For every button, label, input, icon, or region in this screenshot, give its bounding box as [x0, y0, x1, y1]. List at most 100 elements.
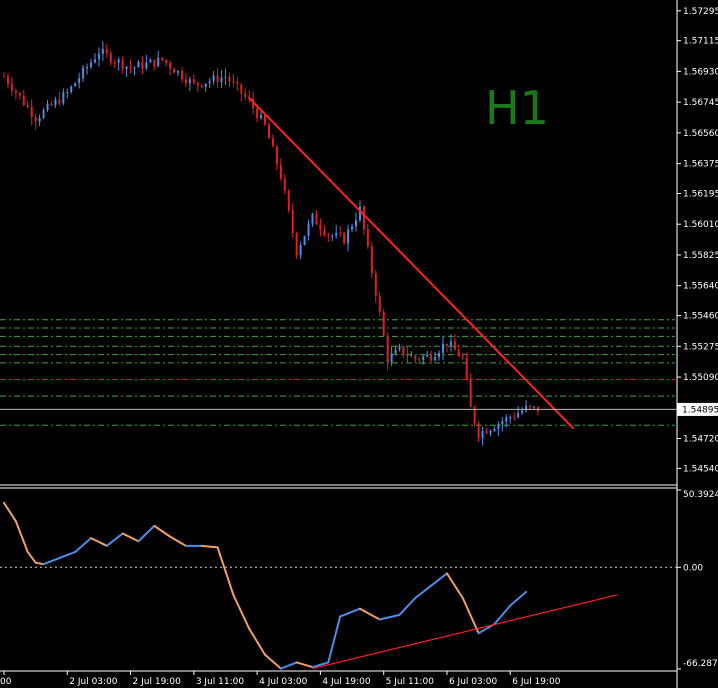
candle-body — [442, 343, 445, 353]
candle-body — [133, 67, 136, 69]
candle-body — [311, 213, 314, 224]
candle-body — [188, 79, 191, 84]
price-tick-label: 1.54540 — [683, 464, 718, 474]
chart-background — [0, 0, 718, 688]
candle-body — [489, 430, 492, 434]
candle-body — [414, 355, 417, 360]
candle-body — [157, 57, 160, 67]
candle-body — [58, 99, 61, 104]
candle-body — [232, 81, 235, 83]
candle-body — [173, 68, 176, 73]
candle-body — [390, 353, 393, 363]
candle-body — [422, 356, 425, 360]
candle-body — [14, 90, 17, 93]
price-tick-label: 1.56375 — [683, 160, 718, 170]
candle-body — [125, 66, 128, 69]
candle-body — [113, 62, 116, 64]
time-tick-label: 2 Jul 03:00 — [69, 677, 118, 687]
candle-body — [315, 213, 318, 225]
price-tick-label: 1.55640 — [683, 282, 718, 292]
candle-body — [267, 124, 270, 139]
candle-body — [129, 66, 132, 69]
price-tick-label: 1.55825 — [683, 251, 718, 261]
candle-body — [220, 77, 223, 83]
candle-body — [358, 206, 361, 221]
candle-body — [196, 82, 199, 86]
candle-body — [279, 164, 282, 179]
candle-body — [525, 405, 528, 411]
candle-body — [493, 429, 496, 431]
candle-body — [82, 67, 85, 79]
candle-body — [184, 79, 187, 84]
candle-body — [97, 53, 100, 60]
candle-body — [224, 76, 227, 78]
candle-body — [323, 229, 326, 235]
candle-body — [228, 76, 231, 82]
candle-body — [477, 423, 480, 438]
candle-body — [374, 273, 377, 297]
time-tick-label: 2 Jul 19:00 — [133, 677, 182, 687]
osc-tick-label: -66.2875 — [683, 659, 718, 669]
time-tick-label: 6 Jul 19:00 — [512, 677, 561, 687]
candle-body — [22, 95, 25, 105]
candle-body — [469, 379, 472, 407]
candle-body — [465, 357, 468, 380]
candle-body — [410, 355, 413, 357]
candle-body — [271, 138, 274, 147]
forex-chart[interactable]: H1 1.57295 1.57115 1.56930 1.56745 1.56560 1.… — [0, 0, 718, 688]
candle-body — [6, 76, 9, 85]
candle-body — [177, 71, 180, 73]
time-tick-label: 00 — [0, 677, 12, 687]
time-tick-label: 3 Jul 11:00 — [196, 677, 245, 687]
price-tick-label: 1.56745 — [683, 98, 718, 108]
candle-body — [362, 206, 365, 230]
price-tick-label: 1.56195 — [683, 190, 718, 200]
time-tick-label: 4 Jul 03:00 — [259, 677, 308, 687]
candle-body — [347, 229, 350, 244]
candle-body — [54, 99, 57, 106]
candle-body — [208, 81, 211, 84]
candle-body — [303, 235, 306, 245]
price-tick-label: 1.55090 — [683, 373, 718, 383]
candle-body — [343, 233, 346, 244]
price-tick-label: 1.54720 — [683, 434, 718, 444]
candle-body — [513, 417, 516, 419]
candle-body — [101, 48, 104, 54]
candle-body — [169, 63, 172, 69]
candle-body — [137, 62, 140, 68]
candle-body — [93, 59, 96, 63]
candle-body — [283, 178, 286, 191]
candle-body — [30, 106, 33, 118]
candle-body — [38, 117, 41, 122]
candle-body — [319, 224, 322, 230]
candle-body — [327, 234, 330, 236]
candle-body — [501, 421, 504, 425]
candle-body — [212, 75, 215, 82]
candle-body — [287, 190, 290, 211]
time-tick-label: 5 Jul 11:00 — [386, 677, 435, 687]
candle-body — [117, 59, 120, 63]
candle-body — [180, 71, 183, 80]
candle-body — [529, 405, 532, 407]
candle-body — [398, 346, 401, 350]
candle-body — [461, 356, 464, 358]
candle-body — [394, 349, 397, 354]
candle-body — [382, 312, 385, 336]
candle-body — [509, 417, 512, 419]
candle-body — [70, 86, 73, 92]
price-tick-label: 1.56930 — [683, 67, 718, 77]
candle-body — [204, 83, 207, 87]
candle-body — [236, 81, 239, 84]
candle-body — [78, 78, 81, 84]
candle-body — [90, 62, 93, 68]
candle-body — [351, 226, 354, 230]
candle-body — [335, 232, 338, 236]
candle-body — [192, 79, 195, 83]
candle-body — [66, 91, 69, 93]
candle-body — [378, 296, 381, 313]
candle-body — [141, 62, 144, 69]
time-tick-label: 6 Jul 03:00 — [449, 677, 498, 687]
candle-body — [145, 62, 148, 69]
candle-body — [10, 84, 13, 91]
candle-body — [366, 229, 369, 247]
